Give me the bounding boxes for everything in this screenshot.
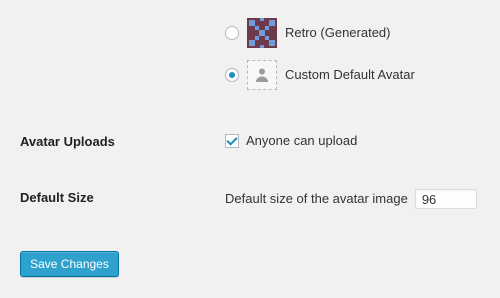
person-silhouette-icon	[247, 60, 277, 90]
avatar-uploads-label: Avatar Uploads	[20, 134, 115, 149]
retro-avatar-icon	[247, 18, 277, 48]
anyone-can-upload-label: Anyone can upload	[246, 133, 358, 148]
save-changes-button[interactable]: Save Changes	[20, 251, 119, 277]
retro-avatar-label: Retro (Generated)	[285, 25, 391, 41]
person-silhouette-graphic	[256, 68, 268, 82]
custom-avatar-label: Custom Default Avatar	[285, 67, 415, 83]
default-size-description: Default size of the avatar image	[225, 191, 408, 207]
retro-avatar-radio[interactable]	[225, 26, 239, 40]
default-size-label: Default Size	[20, 190, 94, 205]
top-avatar-fragment	[248, 0, 278, 6]
avatar-option-custom[interactable]: Custom Default Avatar	[225, 60, 415, 90]
custom-avatar-radio[interactable]	[225, 68, 239, 82]
default-size-input[interactable]	[414, 189, 477, 209]
default-size-control: Default size of the avatar image	[225, 189, 477, 209]
avatar-uploads-control[interactable]: Anyone can upload	[225, 133, 357, 149]
anyone-can-upload-checkbox[interactable]	[225, 133, 239, 148]
avatar-option-retro[interactable]: Retro (Generated)	[225, 18, 391, 48]
retro-avatar-pattern	[247, 18, 277, 48]
